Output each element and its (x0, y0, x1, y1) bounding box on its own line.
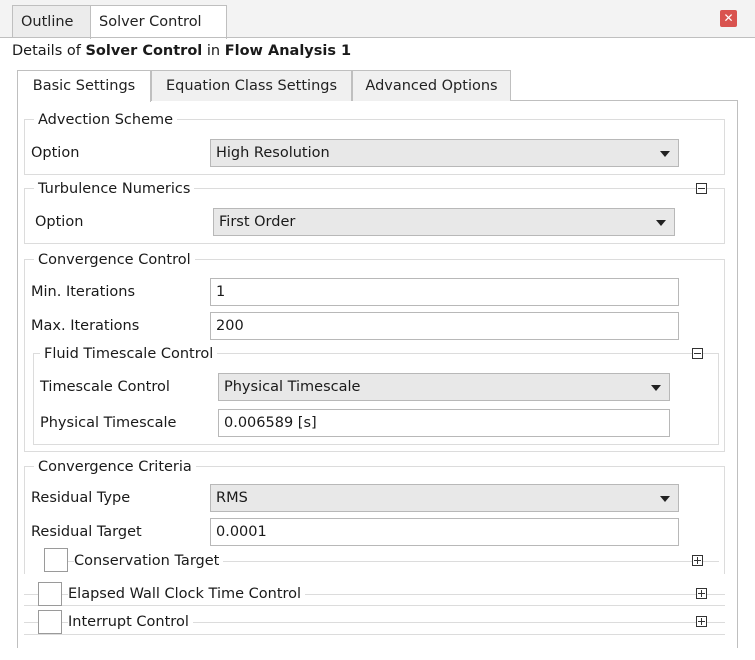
residual-type-label: Residual Type (31, 490, 131, 506)
elapsed-divider-bottom (24, 605, 725, 606)
expand-icon[interactable] (696, 616, 707, 627)
details-title: Details of Solver Control in Flow Analys… (12, 43, 352, 59)
interrupt-control-checkbox[interactable] (38, 610, 62, 634)
collapse-icon[interactable] (696, 183, 707, 194)
timescale-control-select[interactable]: Physical Timescale (218, 373, 670, 401)
conservation-target-checkbox[interactable] (44, 548, 68, 572)
min-iterations-input[interactable]: 1 (210, 278, 679, 306)
tab-advanced-options[interactable]: Advanced Options (352, 70, 511, 101)
expand-icon[interactable] (696, 588, 707, 599)
turbulence-numerics-title: Turbulence Numerics (34, 179, 195, 199)
expand-icon[interactable] (692, 555, 703, 566)
advection-option-select[interactable]: High Resolution (210, 139, 679, 167)
convergence-criteria-title: Convergence Criteria (34, 457, 196, 477)
physical-timescale-input[interactable]: 0.006589 [s] (218, 409, 670, 437)
residual-target-input[interactable]: 0.0001 (210, 518, 679, 546)
fluid-timescale-title: Fluid Timescale Control (40, 344, 218, 364)
advection-scheme-title: Advection Scheme (34, 110, 178, 130)
conservation-target-label: Conservation Target (74, 551, 224, 571)
chevron-down-icon (651, 385, 661, 391)
physical-timescale-label: Physical Timescale (40, 415, 177, 431)
max-iterations-label: Max. Iterations (31, 318, 140, 334)
timescale-control-label: Timescale Control (40, 379, 170, 395)
tab-outline[interactable]: Outline (12, 5, 90, 38)
elapsed-wall-clock-checkbox[interactable] (38, 582, 62, 606)
residual-type-select[interactable]: RMS (210, 484, 679, 512)
tab-basic-settings[interactable]: Basic Settings (17, 70, 151, 102)
max-iterations-input[interactable]: 200 (210, 312, 679, 340)
turbulence-option-select[interactable]: First Order (213, 208, 675, 236)
timescale-control-value: Physical Timescale (224, 379, 361, 395)
collapse-icon[interactable] (692, 348, 703, 359)
min-iterations-label: Min. Iterations (31, 284, 136, 300)
advection-option-value: High Resolution (216, 145, 330, 161)
residual-type-value: RMS (216, 490, 248, 506)
chevron-down-icon (660, 496, 670, 502)
tab-bar-divider (0, 37, 755, 38)
convergence-control-title: Convergence Control (34, 250, 195, 270)
elapsed-wall-clock-label: Elapsed Wall Clock Time Control (68, 584, 306, 604)
residual-target-label: Residual Target (31, 524, 142, 540)
tab-equation-class-settings[interactable]: Equation Class Settings (151, 70, 352, 101)
advection-option-label: Option (31, 145, 80, 161)
turbulence-option-value: First Order (219, 214, 296, 230)
interrupt-control-label: Interrupt Control (68, 612, 193, 632)
close-icon[interactable]: ✕ (720, 10, 737, 27)
chevron-down-icon (656, 220, 666, 226)
interrupt-divider-bottom (24, 634, 725, 635)
turbulence-option-label: Option (35, 214, 84, 230)
tab-solver-control[interactable]: Solver Control (90, 5, 227, 39)
chevron-down-icon (660, 151, 670, 157)
